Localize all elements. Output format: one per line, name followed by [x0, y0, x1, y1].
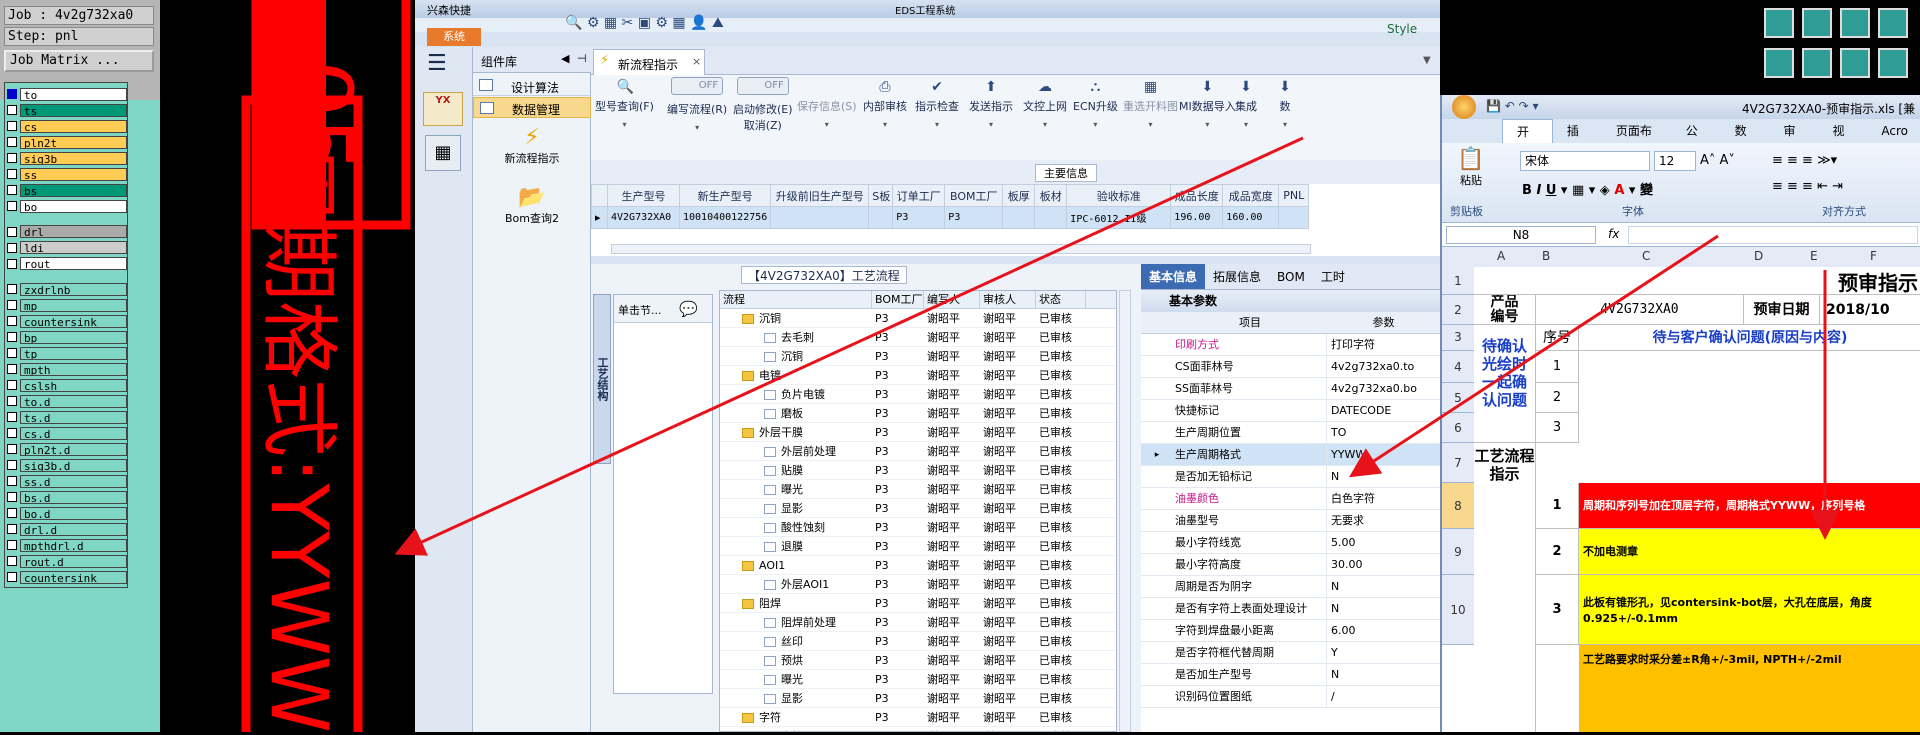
arrow-to-canvas — [394, 136, 1304, 556]
arrow-to-param — [1348, 234, 1719, 478]
annotation-arrows — [394, 136, 1840, 556]
